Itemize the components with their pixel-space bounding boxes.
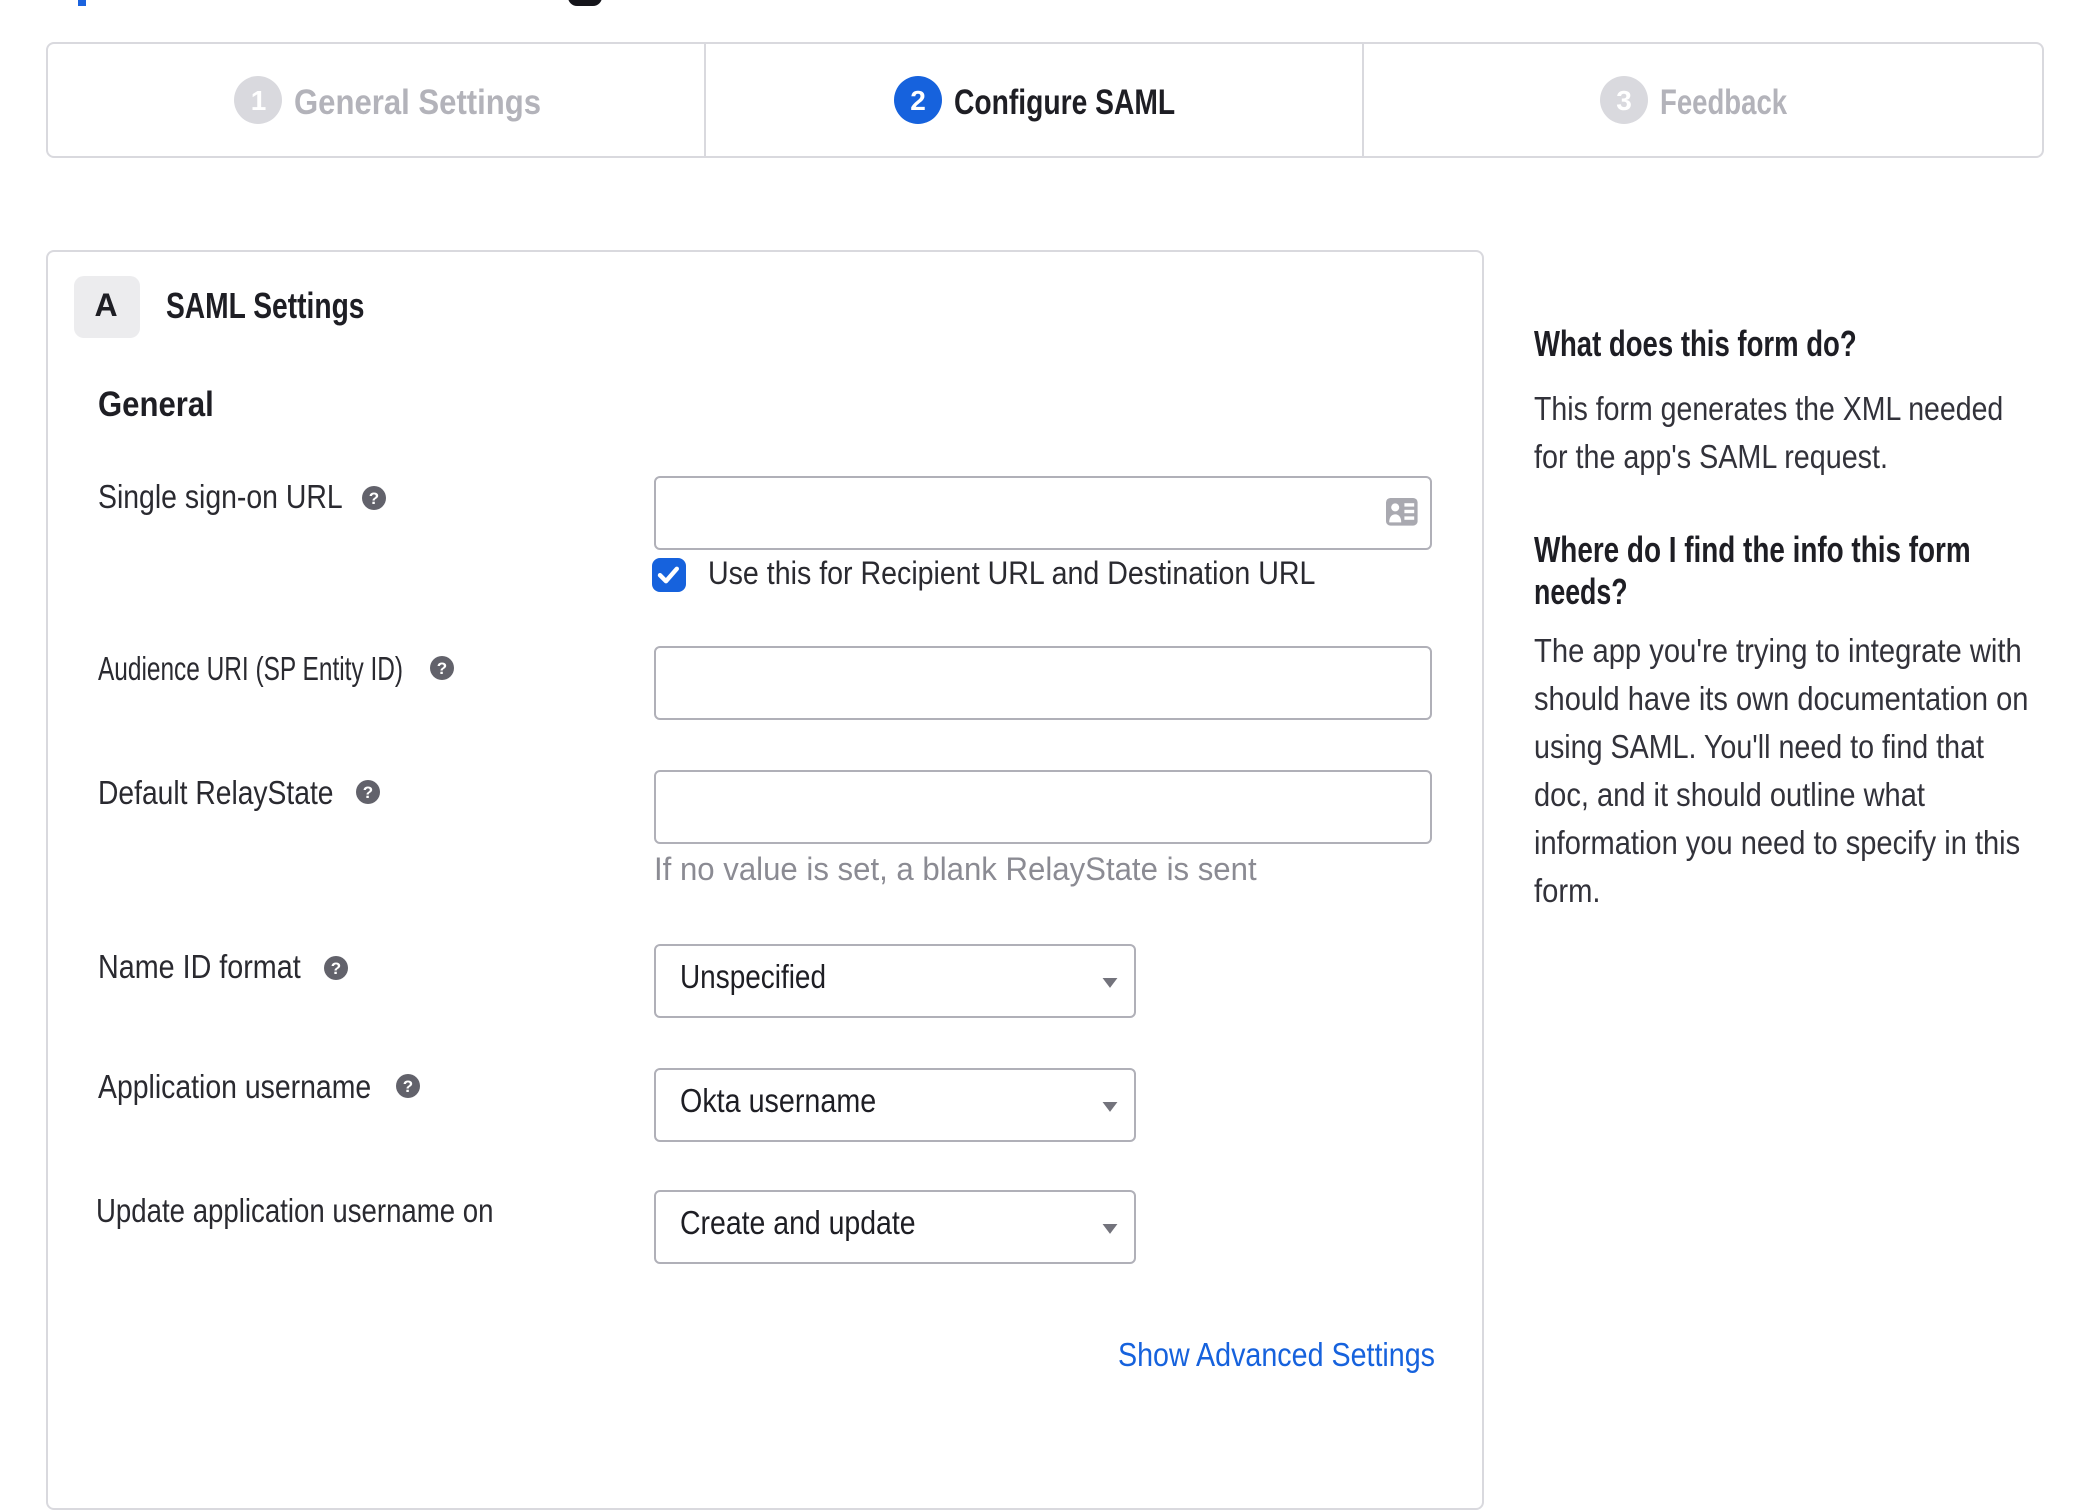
svg-text:?: ? [436,659,446,678]
svg-text:?: ? [368,488,378,507]
svg-text:?: ? [402,1077,412,1096]
svg-text:?: ? [362,783,372,802]
svg-text:?: ? [330,958,340,977]
